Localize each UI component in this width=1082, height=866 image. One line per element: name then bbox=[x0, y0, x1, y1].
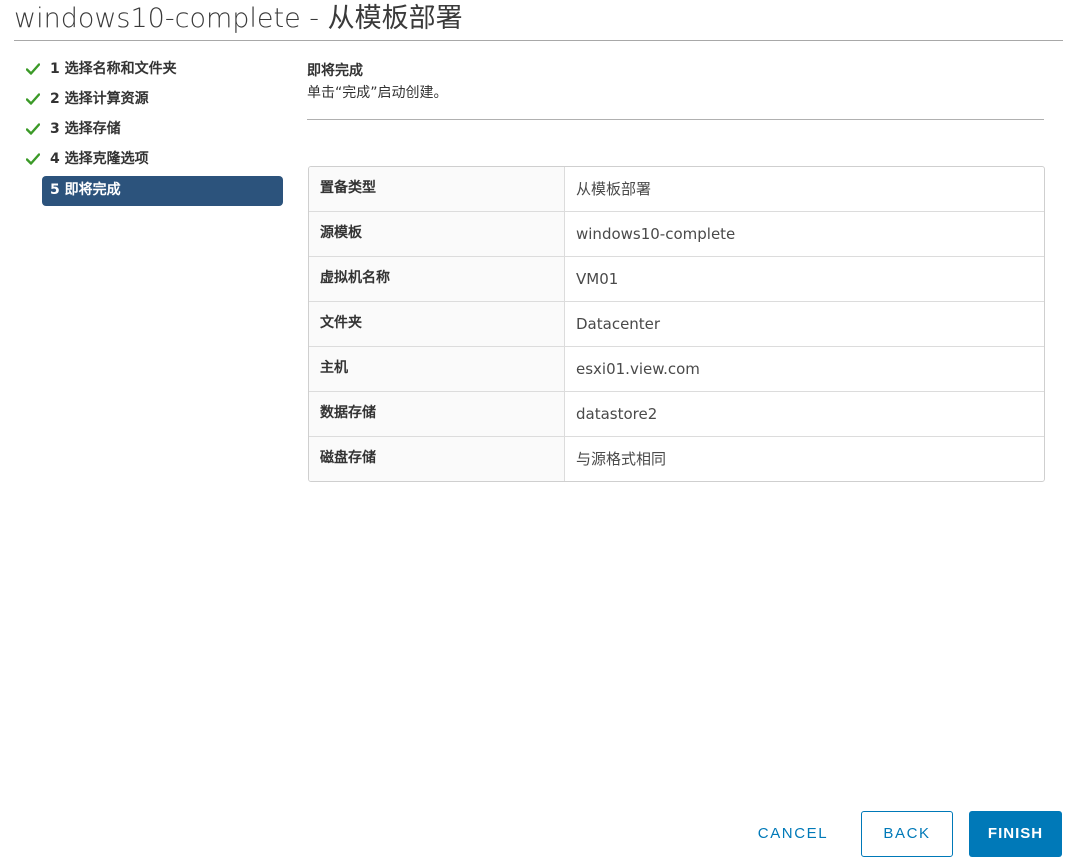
summary-row: 文件夹 Datacenter bbox=[309, 302, 1044, 347]
summary-key: 源模板 bbox=[309, 212, 565, 256]
wizard-steps: 1 选择名称和文件夹 2 选择计算资源 3 选择存储 4 选择克隆选项 5 即将… bbox=[22, 56, 284, 206]
back-button[interactable]: BACK bbox=[861, 811, 953, 857]
summary-row: 置备类型 从模板部署 bbox=[309, 167, 1044, 212]
summary-key: 置备类型 bbox=[309, 167, 565, 211]
checkmark-icon bbox=[26, 63, 40, 75]
checkmark-icon bbox=[26, 93, 40, 105]
summary-table: 置备类型 从模板部署 源模板 windows10-complete 虚拟机名称 … bbox=[308, 166, 1045, 482]
summary-row: 磁盘存储 与源格式相同 bbox=[309, 437, 1044, 481]
summary-row: 数据存储 datastore2 bbox=[309, 392, 1044, 437]
step-5-active[interactable]: 5 即将完成 bbox=[42, 176, 283, 206]
step-label: 5 即将完成 bbox=[50, 182, 121, 198]
step-label: 3 选择存储 bbox=[50, 121, 121, 137]
step-3[interactable]: 3 选择存储 bbox=[22, 116, 284, 146]
title-divider bbox=[14, 40, 1063, 41]
summary-row: 虚拟机名称 VM01 bbox=[309, 257, 1044, 302]
step-label: 1 选择名称和文件夹 bbox=[50, 61, 177, 77]
summary-value: 从模板部署 bbox=[576, 180, 652, 198]
main-content: 即将完成 单击“完成”启动创建。 置备类型 从模板部署 源模板 windows1… bbox=[307, 60, 1045, 482]
step-2[interactable]: 2 选择计算资源 bbox=[22, 86, 284, 116]
step-4[interactable]: 4 选择克隆选项 bbox=[22, 146, 284, 176]
summary-value: VM01 bbox=[576, 270, 619, 288]
section-heading: 即将完成 bbox=[307, 63, 363, 79]
finish-button[interactable]: FINISH bbox=[969, 811, 1062, 857]
step-label: 4 选择克隆选项 bbox=[50, 151, 149, 167]
summary-key: 主机 bbox=[309, 347, 565, 391]
summary-value: Datacenter bbox=[576, 315, 661, 333]
summary-key: 虚拟机名称 bbox=[309, 257, 565, 301]
section-description: 单击“完成”启动创建。 bbox=[307, 85, 448, 101]
summary-key: 文件夹 bbox=[309, 302, 565, 346]
step-1[interactable]: 1 选择名称和文件夹 bbox=[22, 56, 284, 86]
summary-value: datastore2 bbox=[576, 405, 658, 423]
summary-row: 源模板 windows10-complete bbox=[309, 212, 1044, 257]
summary-value: esxi01.view.com bbox=[576, 360, 700, 378]
step-label: 2 选择计算资源 bbox=[50, 91, 149, 107]
checkmark-icon bbox=[26, 153, 40, 165]
checkmark-icon bbox=[26, 123, 40, 135]
dialog-title: windows10-complete - 从模板部署 bbox=[14, 3, 463, 34]
cancel-button[interactable]: CANCEL bbox=[749, 812, 837, 856]
summary-value: windows10-complete bbox=[576, 225, 736, 243]
summary-row: 主机 esxi01.view.com bbox=[309, 347, 1044, 392]
content-divider bbox=[307, 119, 1044, 120]
summary-key: 磁盘存储 bbox=[309, 437, 565, 481]
summary-key: 数据存储 bbox=[309, 392, 565, 436]
summary-value: 与源格式相同 bbox=[576, 450, 667, 468]
